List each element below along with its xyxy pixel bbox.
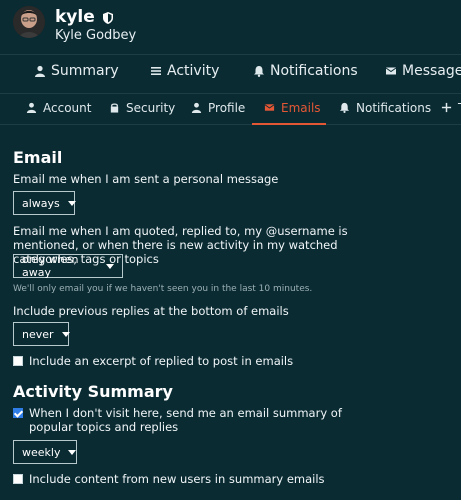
nav-summary-label: Summary	[51, 63, 119, 79]
new-users-checkbox-row[interactable]: Include content from new users in summar…	[13, 472, 325, 486]
activity-summary-title: Activity Summary	[13, 382, 173, 401]
subnav-account[interactable]: Account	[26, 101, 91, 115]
nav-notifications-label: Notifications	[270, 63, 358, 79]
full-name: Kyle Godbey	[55, 28, 137, 43]
user-icon	[34, 65, 46, 77]
chevron-down-icon	[106, 263, 114, 269]
email-section-title: Email	[13, 148, 63, 167]
user-header: kyle Kyle Godbey	[0, 0, 461, 50]
shield-icon	[101, 10, 115, 24]
pm-email-value: always	[22, 196, 60, 210]
previous-replies-value: never	[22, 327, 54, 341]
nav-messages-label: Messages	[402, 63, 461, 79]
avatar[interactable]	[13, 6, 45, 38]
summary-frequency-value: weekly	[22, 445, 61, 459]
excerpt-label: Include an excerpt of replied to post in…	[29, 354, 294, 368]
summary-checkbox-row[interactable]: When I don't visit here, send me an emai…	[13, 406, 413, 434]
nav-summary[interactable]: Summary	[34, 63, 119, 79]
quoted-email-hint: We'll only email you if we haven't seen …	[13, 284, 313, 294]
quoted-email-select[interactable]: only when away	[13, 253, 123, 279]
summary-label: When I don't visit here, send me an emai…	[29, 406, 342, 434]
pm-email-label: Email me when I am sent a personal messa…	[13, 172, 279, 186]
preferences-subnav: Account Security Profile Emails Notifica…	[0, 94, 461, 125]
subnav-notifications[interactable]: Notifications	[339, 101, 431, 115]
previous-replies-label: Include previous replies at the bottom o…	[13, 304, 289, 318]
lock-icon	[109, 102, 121, 114]
envelope-icon	[385, 65, 397, 77]
chevron-down-icon	[67, 200, 76, 206]
user-icon	[26, 102, 38, 114]
quoted-email-value: only when away	[22, 253, 79, 279]
summary-checkbox[interactable]	[13, 408, 23, 418]
username-row: kyle	[55, 7, 115, 27]
summary-frequency-select[interactable]: weekly	[13, 440, 77, 464]
plus-icon	[441, 102, 453, 114]
excerpt-checkbox-row[interactable]: Include an excerpt of replied to post in…	[13, 354, 293, 368]
main-nav: Summary Activity Notifications Messages	[0, 54, 461, 94]
username: kyle	[55, 7, 95, 27]
chevron-down-icon	[61, 331, 70, 337]
new-users-label: Include content from new users in summar…	[29, 472, 325, 486]
subnav-emails[interactable]: Emails	[264, 101, 321, 115]
subnav-security-label: Security	[126, 101, 176, 115]
envelope-icon	[264, 102, 276, 114]
excerpt-checkbox[interactable]	[13, 356, 23, 366]
nav-activity-label: Activity	[167, 63, 220, 79]
nav-notifications[interactable]: Notifications	[253, 63, 358, 79]
subnav-emails-label: Emails	[281, 101, 321, 115]
active-tab-indicator	[252, 123, 326, 125]
bell-icon	[339, 102, 351, 114]
subnav-notifications-label: Notifications	[356, 101, 432, 115]
subnav-more[interactable]: T	[441, 101, 461, 115]
user-icon	[191, 102, 203, 114]
pm-email-select[interactable]: always	[13, 191, 76, 215]
bell-icon	[253, 65, 265, 77]
previous-replies-select[interactable]: never	[13, 322, 70, 346]
avatar-image	[13, 6, 45, 38]
subnav-security[interactable]: Security	[109, 101, 175, 115]
chevron-down-icon	[68, 449, 77, 455]
nav-activity[interactable]: Activity	[150, 63, 219, 79]
stream-icon	[150, 65, 162, 77]
new-users-checkbox[interactable]	[13, 474, 23, 484]
subnav-account-label: Account	[43, 101, 92, 115]
subnav-profile[interactable]: Profile	[191, 101, 245, 115]
nav-messages[interactable]: Messages	[385, 63, 461, 79]
subnav-profile-label: Profile	[208, 101, 246, 115]
